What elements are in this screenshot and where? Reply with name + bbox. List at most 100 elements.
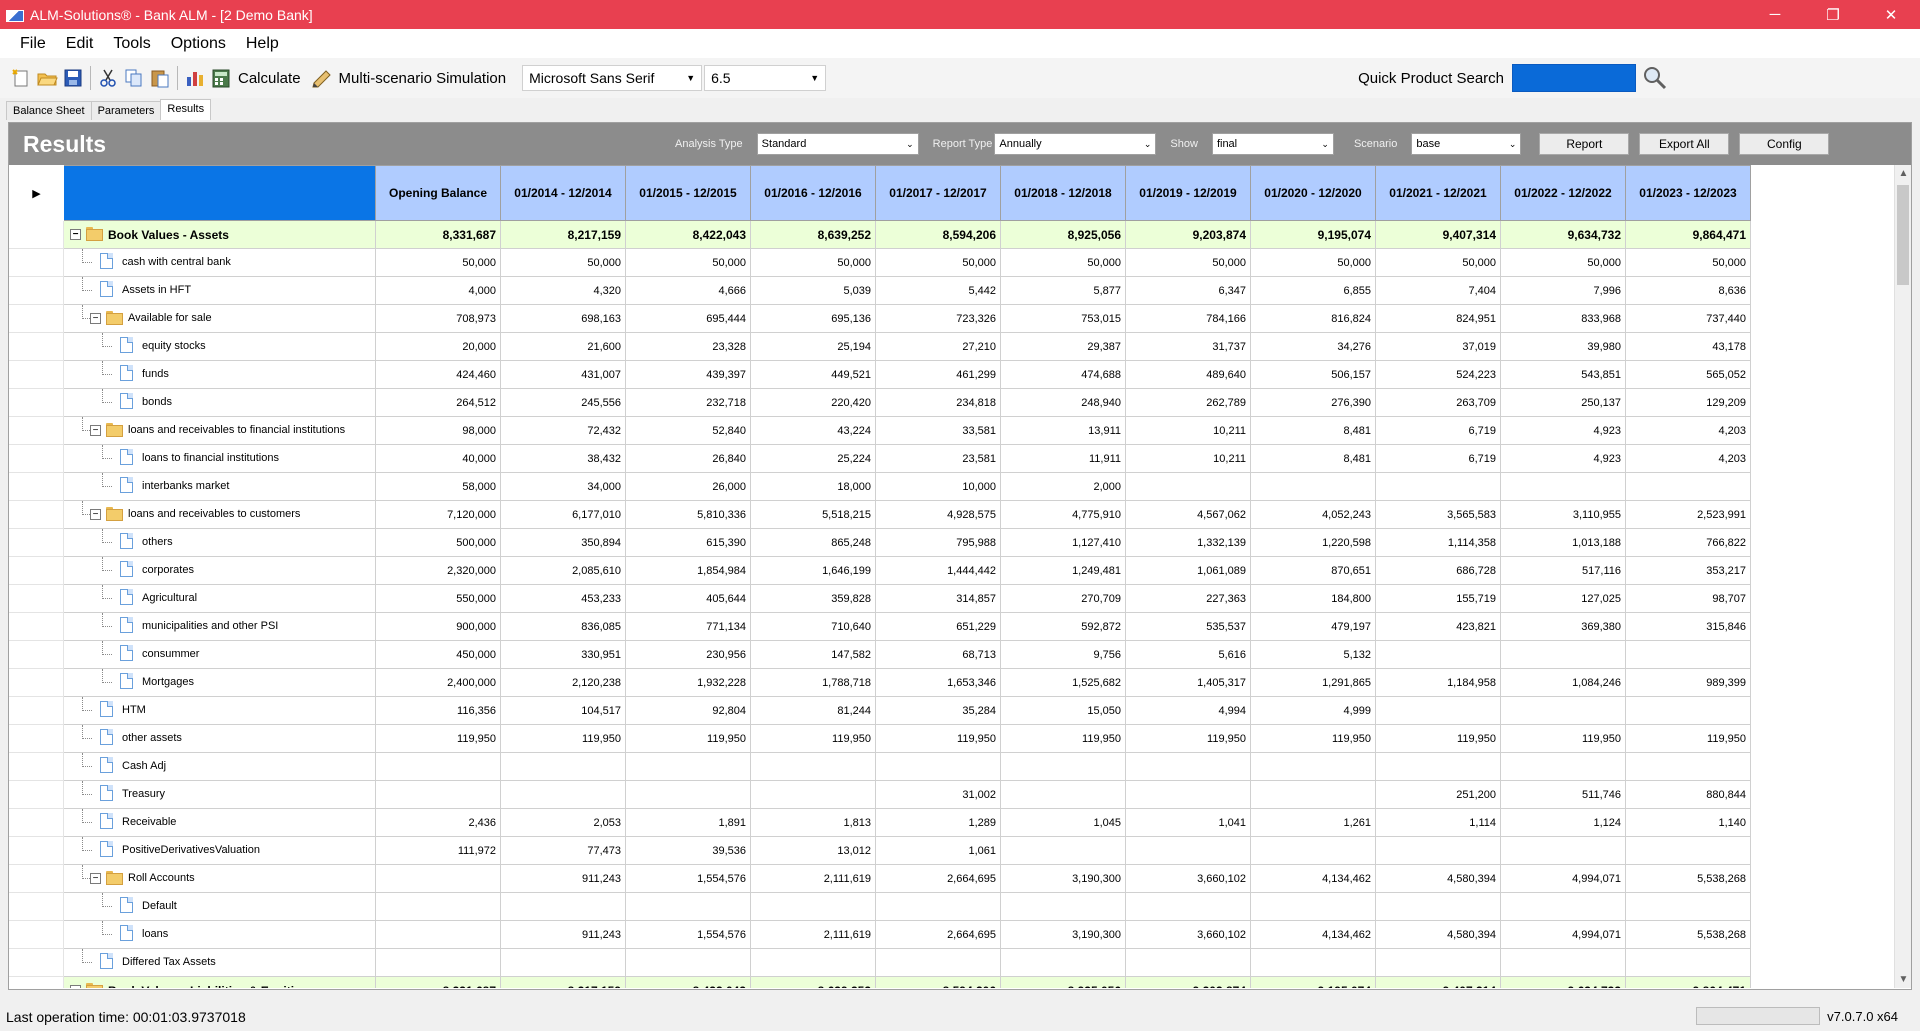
table-row[interactable]: HTM 116,356 104,517 92,804 81,244 35,284 15,05…	[9, 696, 1751, 725]
scroll-thumb[interactable]	[1897, 185, 1909, 285]
row-selector[interactable]	[9, 388, 64, 417]
value-cell[interactable]: 1,444,442	[875, 556, 1001, 585]
column-header[interactable]: 01/2018 - 12/2018	[1000, 165, 1126, 221]
value-cell[interactable]: 34,276	[1250, 332, 1376, 361]
value-cell[interactable]: 4,052,243	[1250, 500, 1376, 529]
value-cell[interactable]: 2,111,619	[750, 920, 876, 949]
value-cell[interactable]: 1,788,718	[750, 668, 876, 697]
value-cell[interactable]: 431,007	[500, 360, 626, 389]
scenario-select[interactable]: base ⌄	[1411, 133, 1522, 155]
value-cell[interactable]	[1000, 892, 1126, 921]
value-cell[interactable]: 4,203	[1625, 444, 1751, 473]
row-label-cell[interactable]: − Roll Accounts	[63, 864, 376, 893]
value-cell[interactable]: 9,634,732	[1500, 976, 1626, 988]
value-cell[interactable]: 737,440	[1625, 304, 1751, 333]
value-cell[interactable]: 5,810,336	[625, 500, 751, 529]
value-cell[interactable]: 9,864,471	[1625, 220, 1751, 249]
value-cell[interactable]: 565,052	[1625, 360, 1751, 389]
value-cell[interactable]: 8,925,056	[1000, 976, 1126, 988]
column-header[interactable]: 01/2017 - 12/2017	[875, 165, 1001, 221]
table-row[interactable]: Cash Adj	[9, 752, 1751, 781]
value-cell[interactable]: 6,855	[1250, 276, 1376, 305]
table-row[interactable]: other assets 119,950 119,950 119,950 119,950…	[9, 724, 1751, 753]
value-cell[interactable]: 8,636	[1625, 276, 1751, 305]
row-selector[interactable]	[9, 836, 64, 865]
value-cell[interactable]: 50,000	[500, 248, 626, 277]
value-cell[interactable]: 35,284	[875, 696, 1001, 725]
table-row[interactable]: Assets in HFT 4,000 4,320 4,666 5,039 5,442 5,…	[9, 276, 1751, 305]
tab-balance-sheet[interactable]: Balance Sheet	[6, 101, 92, 120]
value-cell[interactable]: 9,203,874	[1125, 220, 1251, 249]
value-cell[interactable]: 43,224	[750, 416, 876, 445]
value-cell[interactable]	[1250, 780, 1376, 809]
value-cell[interactable]	[1250, 948, 1376, 977]
collapse-icon[interactable]: −	[90, 313, 101, 324]
row-selector[interactable]	[9, 472, 64, 501]
row-selector[interactable]	[9, 808, 64, 837]
value-cell[interactable]: 330,951	[500, 640, 626, 669]
scroll-up-icon[interactable]: ▲	[1895, 165, 1912, 182]
value-cell[interactable]	[375, 948, 501, 977]
value-cell[interactable]: 52,840	[625, 416, 751, 445]
value-cell[interactable]: 155,719	[1375, 584, 1501, 613]
value-cell[interactable]: 119,950	[1000, 724, 1126, 753]
group-row[interactable]: − Book Values - Liabilities & Equities 8,3…	[9, 976, 1751, 988]
value-cell[interactable]	[750, 780, 876, 809]
value-cell[interactable]: 4,203	[1625, 416, 1751, 445]
value-cell[interactable]: 245,556	[500, 388, 626, 417]
value-cell[interactable]: 489,640	[1125, 360, 1251, 389]
row-label-cell[interactable]: funds	[63, 360, 376, 389]
value-cell[interactable]: 8,422,043	[625, 976, 751, 988]
row-selector[interactable]	[9, 780, 64, 809]
value-cell[interactable]: 18,000	[750, 472, 876, 501]
row-selector[interactable]	[9, 976, 64, 988]
table-row[interactable]: Receivable 2,436 2,053 1,891 1,813 1,289 1,045…	[9, 808, 1751, 837]
group-row[interactable]: − Book Values - Assets 8,331,687 8,217,159 8…	[9, 220, 1751, 249]
analysis-type-select[interactable]: Standard ⌄	[756, 133, 919, 155]
value-cell[interactable]	[1625, 892, 1751, 921]
value-cell[interactable]: 1,332,139	[1125, 528, 1251, 557]
value-cell[interactable]: 315,846	[1625, 612, 1751, 641]
value-cell[interactable]	[875, 752, 1001, 781]
value-cell[interactable]	[625, 948, 751, 977]
row-selector[interactable]	[9, 304, 64, 333]
row-label-cell[interactable]: cash with central bank	[63, 248, 376, 277]
row-selector[interactable]	[9, 948, 64, 977]
row-selector[interactable]	[9, 332, 64, 361]
column-header[interactable]: 01/2016 - 12/2016	[750, 165, 876, 221]
menu-options[interactable]: Options	[161, 35, 236, 53]
value-cell[interactable]: 25,224	[750, 444, 876, 473]
report-type-select[interactable]: Annually ⌄	[994, 133, 1157, 155]
minimize-button[interactable]: ─	[1746, 0, 1804, 29]
value-cell[interactable]: 81,244	[750, 696, 876, 725]
table-row[interactable]: Differed Tax Assets	[9, 948, 1751, 977]
value-cell[interactable]: 8,925,056	[1000, 220, 1126, 249]
value-cell[interactable]: 184,800	[1250, 584, 1376, 613]
value-cell[interactable]: 479,197	[1250, 612, 1376, 641]
row-selector[interactable]	[9, 864, 64, 893]
value-cell[interactable]: 2,111,619	[750, 864, 876, 893]
value-cell[interactable]: 13,012	[750, 836, 876, 865]
table-row[interactable]: loans 911,243 1,554,576 2,111,619 2,664,695 3…	[9, 920, 1751, 949]
value-cell[interactable]: 25,194	[750, 332, 876, 361]
value-cell[interactable]: 543,851	[1500, 360, 1626, 389]
value-cell[interactable]: 8,639,252	[750, 976, 876, 988]
value-cell[interactable]: 695,444	[625, 304, 751, 333]
value-cell[interactable]: 4,580,394	[1375, 920, 1501, 949]
multi-scenario-button[interactable]: Multi-scenario Simulation	[309, 67, 506, 89]
value-cell[interactable]	[1125, 836, 1251, 865]
column-header[interactable]: 01/2014 - 12/2014	[500, 165, 626, 221]
value-cell[interactable]: 116,356	[375, 696, 501, 725]
value-cell[interactable]: 1,084,246	[1500, 668, 1626, 697]
value-cell[interactable]: 264,512	[375, 388, 501, 417]
value-cell[interactable]: 4,134,462	[1250, 920, 1376, 949]
value-cell[interactable]: 424,460	[375, 360, 501, 389]
row-selector[interactable]	[9, 892, 64, 921]
table-row[interactable]: − loans and receivables to financial inst…	[9, 416, 1751, 445]
quick-search-input[interactable]	[1512, 64, 1636, 92]
value-cell[interactable]	[500, 752, 626, 781]
value-cell[interactable]: 723,326	[875, 304, 1001, 333]
value-cell[interactable]: 8,217,159	[500, 220, 626, 249]
value-cell[interactable]: 119,950	[625, 724, 751, 753]
value-cell[interactable]	[1625, 472, 1751, 501]
